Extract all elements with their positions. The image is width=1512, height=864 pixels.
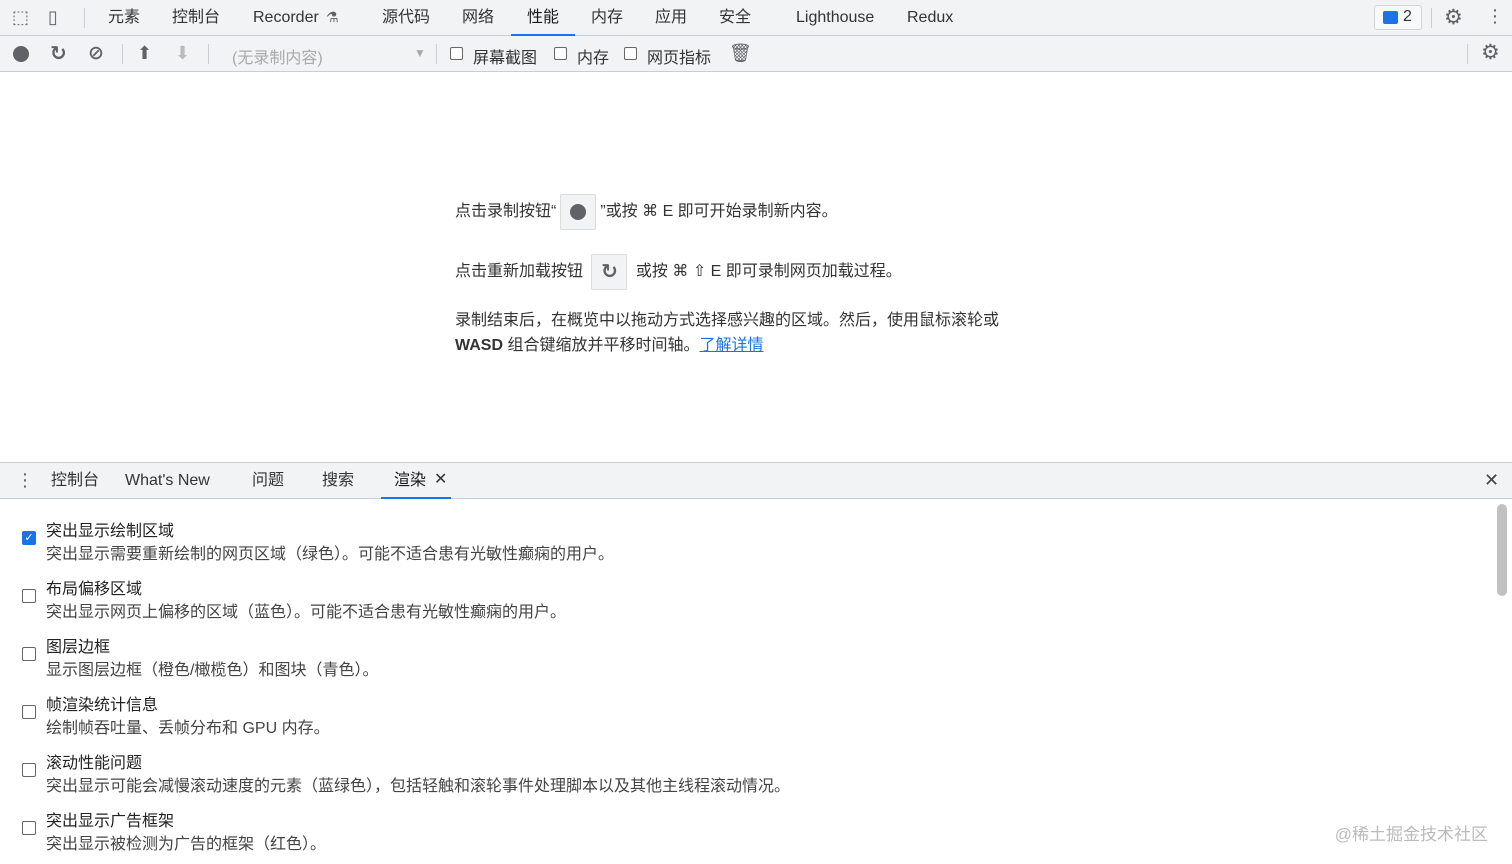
divider — [1467, 44, 1468, 64]
drawer-tab-issues[interactable]: 问题 — [252, 463, 284, 499]
record-instruction: 点击录制按钮“ ”或按 ⌘ E 即可开始录制新内容。 — [455, 194, 838, 230]
active-tab-indicator — [381, 497, 451, 499]
tab-application[interactable]: 应用 — [655, 0, 687, 36]
performance-toolbar: ↻ ⊘ ⬆ ⬇ (无录制内容) ▼ 屏幕截图 内存 网页指标 🗑 ⚙ — [0, 36, 1512, 72]
divider — [436, 44, 437, 64]
render-option-checkbox[interactable] — [22, 763, 36, 777]
reload-instruction: 点击重新加载按钮 ↻ 或按 ⌘ ⇧ E 即可录制网页加载过程。 — [455, 254, 902, 290]
hint-line-2: WASD 组合键缩放并平移时间轴。了解详情 — [455, 331, 763, 355]
render-option-title: 突出显示绘制区域 — [46, 517, 174, 541]
divider — [122, 44, 123, 64]
render-option-description: 显示图层边框（橙色/橄榄色）和图块（青色）。 — [46, 656, 378, 680]
web-vitals-label: 网页指标 — [647, 44, 711, 68]
render-option: 图层边框 显示图层边框（橙色/橄榄色）和图块（青色）。 — [0, 625, 1490, 683]
divider — [84, 8, 85, 28]
wasd-keys: WASD — [455, 337, 503, 354]
message-icon — [1383, 11, 1398, 24]
drawer-tab-search[interactable]: 搜索 — [322, 463, 354, 499]
reload-button[interactable]: ↻ — [591, 254, 627, 290]
render-option: 帧渲染统计信息 绘制帧吞吐量、丢帧分布和 GPU 内存。 — [0, 683, 1490, 741]
drawer-tab-console[interactable]: 控制台 — [51, 463, 99, 499]
flask-icon: ⚗ — [326, 10, 339, 24]
render-option-title: 帧渲染统计信息 — [46, 691, 158, 715]
download-icon: ⬇ — [175, 44, 190, 62]
learn-more-link[interactable]: 了解详情 — [699, 337, 763, 354]
render-option-title: 布局偏移区域 — [46, 575, 142, 599]
text: 或按 ⌘ ⇧ E 即可录制网页加载过程。 — [636, 263, 902, 280]
scrollbar[interactable] — [1497, 504, 1507, 596]
performance-landing: 点击录制按钮“ ”或按 ⌘ E 即可开始录制新内容。 点击重新加载按钮 ↻ 或按 … — [0, 72, 1512, 462]
close-drawer-icon[interactable]: ✕ — [1484, 471, 1499, 489]
divider — [1431, 8, 1432, 28]
render-option: ✓ 突出显示绘制区域 突出显示需要重新绘制的网页区域（绿色）。可能不适合患有光敏… — [0, 509, 1490, 567]
inspect-element-icon[interactable]: ⬚ — [12, 8, 29, 26]
drawer-menu-icon[interactable]: ⋮ — [16, 471, 34, 489]
more-options-icon[interactable]: ⋮ — [1486, 7, 1504, 25]
settings-gear-icon[interactable]: ⚙ — [1444, 7, 1463, 28]
close-tab-icon[interactable]: ✕ — [434, 472, 447, 488]
issues-count: 2 — [1403, 8, 1412, 26]
render-option: 突出显示广告框架 突出显示被检测为广告的框架（红色）。 — [0, 799, 1490, 857]
tab-sources[interactable]: 源代码 — [382, 0, 430, 36]
watermark: @稀土掘金技术社区 — [1335, 820, 1488, 845]
render-option-checkbox[interactable] — [22, 705, 36, 719]
memory-label: 内存 — [577, 44, 609, 68]
recording-select[interactable]: (无录制内容) — [232, 44, 323, 68]
tab-recorder[interactable]: Recorder — [253, 0, 319, 36]
text: ”或按 ⌘ E 即可开始录制新内容。 — [600, 203, 837, 220]
divider — [208, 44, 209, 64]
render-option-title: 突出显示广告框架 — [46, 807, 174, 831]
record-button[interactable] — [560, 194, 596, 230]
tab-security[interactable]: 安全 — [719, 0, 751, 36]
render-option-description: 突出显示需要重新绘制的网页区域（绿色）。可能不适合患有光敏性癫痫的用户。 — [46, 540, 614, 564]
text: 组合键缩放并平移时间轴。 — [503, 337, 699, 354]
hint-line: 录制结束后，在概览中以拖动方式选择感兴趣的区域。然后，使用鼠标滚轮或 — [455, 306, 999, 330]
drawer-tab-whats-new[interactable]: What's New — [125, 463, 210, 499]
tab-redux[interactable]: Redux — [907, 0, 953, 36]
render-option-description: 突出显示被检测为广告的框架（红色）。 — [46, 830, 326, 854]
trash-icon[interactable]: 🗑 — [729, 44, 752, 62]
tab-console[interactable]: 控制台 — [172, 0, 220, 36]
render-option-checkbox[interactable] — [22, 589, 36, 603]
drawer-tab-rendering[interactable]: 渲染 — [394, 463, 426, 499]
render-option-title: 滚动性能问题 — [46, 749, 142, 773]
tab-performance[interactable]: 性能 — [527, 0, 559, 36]
tab-lighthouse[interactable]: Lighthouse — [796, 0, 874, 36]
render-option-description: 绘制帧吞吐量、丢帧分布和 GPU 内存。 — [46, 714, 330, 738]
render-option-description: 突出显示网页上偏移的区域（蓝色）。可能不适合患有光敏性癫痫的用户。 — [46, 598, 566, 622]
screenshot-checkbox[interactable] — [450, 47, 463, 60]
text: 点击重新加载按钮 — [455, 263, 583, 280]
tab-elements[interactable]: 元素 — [108, 0, 140, 36]
render-option-checkbox[interactable] — [22, 821, 36, 835]
render-option: 布局偏移区域 突出显示网页上偏移的区域（蓝色）。可能不适合患有光敏性癫痫的用户。 — [0, 567, 1490, 625]
render-option-checkbox[interactable] — [22, 647, 36, 661]
render-option-description: 突出显示可能会减慢滚动速度的元素（蓝绿色），包括轻触和滚轮事件处理脚本以及其他主… — [46, 772, 790, 796]
drawer-tab-bar: ⋮ 控制台 What's New 问题 搜索 渲染 ✕ ✕ — [0, 462, 1512, 499]
reload-record-icon[interactable]: ↻ — [50, 44, 67, 64]
device-toolbar-icon[interactable]: ▯ — [48, 8, 58, 26]
record-icon[interactable] — [13, 46, 29, 62]
text: 点击录制按钮“ — [455, 203, 556, 220]
record-icon — [570, 204, 586, 220]
dropdown-arrow-icon[interactable]: ▼ — [414, 46, 426, 60]
clear-icon[interactable]: ⊘ — [88, 44, 104, 63]
main-tab-bar: ⬚ ▯ 元素 控制台 Recorder ⚗ 源代码 网络 性能 内存 应用 安全… — [0, 0, 1512, 36]
tab-network[interactable]: 网络 — [462, 0, 494, 36]
render-option: 滚动性能问题 突出显示可能会减慢滚动速度的元素（蓝绿色），包括轻触和滚轮事件处理… — [0, 741, 1490, 799]
render-option-checkbox[interactable]: ✓ — [22, 531, 36, 545]
render-option-title: 图层边框 — [46, 633, 110, 657]
issues-button[interactable]: 2 — [1374, 5, 1422, 30]
screenshot-label: 屏幕截图 — [473, 44, 537, 68]
capture-settings-gear-icon[interactable]: ⚙ — [1481, 42, 1500, 63]
web-vitals-checkbox[interactable] — [624, 47, 637, 60]
memory-checkbox[interactable] — [554, 47, 567, 60]
tab-memory[interactable]: 内存 — [591, 0, 623, 36]
upload-icon[interactable]: ⬆ — [137, 44, 152, 62]
